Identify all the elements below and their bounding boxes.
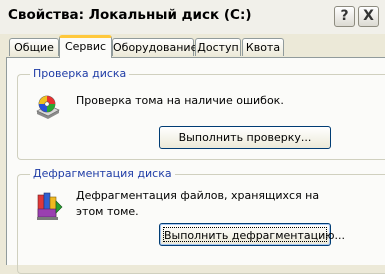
title-bar: Свойства: Локальный диск (C:) ? X bbox=[0, 0, 385, 34]
tab-service[interactable]: Сервис bbox=[59, 35, 112, 58]
run-defrag-button-label: Выполнить дефрагментацию... bbox=[163, 227, 345, 242]
check-disk-description: Проверка тома на наличие ошибок. bbox=[76, 94, 284, 107]
defrag-description: Дефрагментация файлов, хранящихся на это… bbox=[76, 189, 320, 218]
run-defrag-button[interactable]: Выполнить дефрагментацию... bbox=[159, 223, 345, 246]
defrag-group-label: Дефрагментация диска bbox=[30, 167, 175, 180]
run-check-button[interactable]: Выполнить проверку... bbox=[159, 126, 331, 149]
close-button[interactable]: X bbox=[358, 6, 379, 27]
tab-sharing[interactable]: Доступ bbox=[195, 38, 241, 56]
window-title: Свойства: Локальный диск (C:) bbox=[8, 7, 252, 23]
help-button[interactable]: ? bbox=[334, 6, 355, 27]
defrag-icon bbox=[34, 189, 64, 224]
disk-check-icon bbox=[34, 93, 62, 124]
tab-strip: Общие Сервис Оборудование Доступ Квота bbox=[0, 35, 385, 58]
tab-quota[interactable]: Квота bbox=[242, 38, 284, 56]
tab-general[interactable]: Общие bbox=[9, 38, 59, 56]
check-disk-group-label: Проверка диска bbox=[30, 67, 130, 80]
tab-hardware[interactable]: Оборудование bbox=[112, 38, 197, 56]
